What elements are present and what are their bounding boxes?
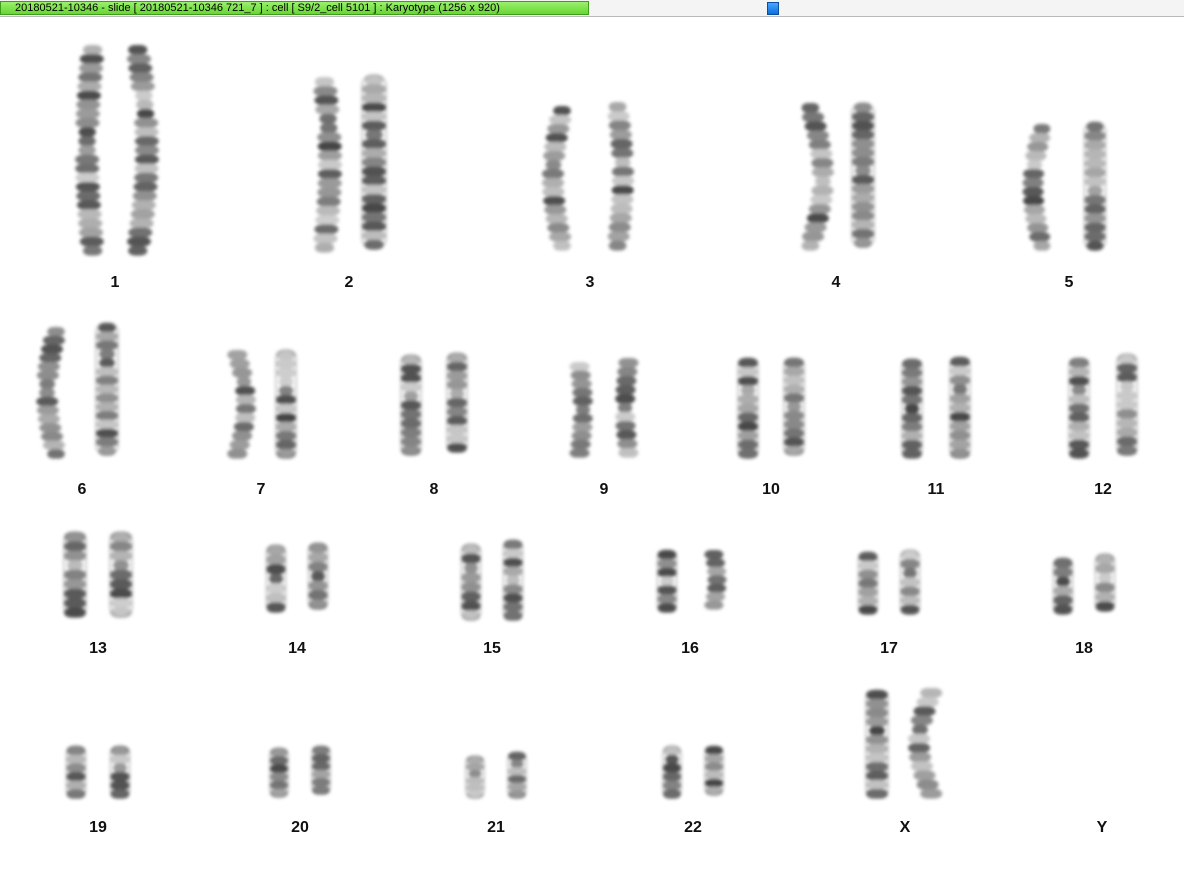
chromosome-pair-11[interactable]	[901, 356, 971, 459]
chromosome-label-7: 7	[257, 481, 266, 498]
chromosome-label-5: 5	[1065, 274, 1074, 291]
chromosome-14-right[interactable]	[307, 542, 329, 610]
chromosome-pair-3[interactable]	[542, 102, 634, 251]
chromosome-pair-21[interactable]	[465, 751, 527, 799]
chromosome-15-left[interactable]	[460, 543, 482, 621]
chromosome-16-right[interactable]	[704, 550, 727, 610]
chromosome-label-12: 12	[1094, 481, 1112, 498]
chromosome-10-right[interactable]	[783, 357, 805, 456]
chromosome-label-10: 10	[762, 481, 780, 498]
chromosome-2-left[interactable]	[313, 77, 343, 253]
chromosome-7-right[interactable]	[275, 349, 297, 459]
chromosome-pair-14[interactable]	[265, 542, 329, 613]
chromosome-6-right[interactable]	[95, 322, 119, 456]
chromosome-3-right[interactable]	[607, 102, 634, 251]
chromosome-label-15: 15	[483, 640, 501, 657]
chromosome-pair-4[interactable]	[801, 102, 875, 251]
chromosome-X-left[interactable]	[865, 689, 889, 799]
chromosome-label-4: 4	[832, 274, 841, 291]
chromosome-15-right[interactable]	[502, 539, 524, 621]
chromosome-6-left[interactable]	[36, 327, 65, 459]
chromosome-label-Y: Y	[1097, 819, 1108, 836]
chromosome-8-right[interactable]	[446, 352, 468, 453]
chromosome-X-right[interactable]	[908, 688, 943, 799]
chromosome-pair-19[interactable]	[65, 745, 131, 799]
chromosome-19-right[interactable]	[109, 745, 131, 799]
chromosome-9-left[interactable]	[569, 362, 593, 458]
chromosome-pair-X[interactable]	[865, 688, 943, 799]
chromosome-20-right[interactable]	[311, 745, 331, 795]
chromosome-label-20: 20	[291, 819, 309, 836]
chromosome-5-right[interactable]	[1083, 121, 1107, 251]
chromosome-18-right[interactable]	[1094, 553, 1116, 612]
chromosome-4-left[interactable]	[801, 103, 834, 251]
chromosome-8-left[interactable]	[400, 354, 422, 456]
chromosome-label-11: 11	[928, 481, 945, 498]
scroll-position-indicator[interactable]	[767, 2, 779, 15]
chromosome-pair-9[interactable]	[569, 358, 639, 458]
chromosome-19-left[interactable]	[65, 745, 87, 799]
chromosome-label-21: 21	[487, 819, 505, 836]
chromosome-3-left[interactable]	[542, 106, 572, 251]
window-titlebar: 20180521-10346 - slide [ 20180521-10346 …	[0, 0, 1184, 17]
chromosome-pair-10[interactable]	[737, 357, 805, 459]
chromosome-1-left[interactable]	[75, 45, 104, 256]
chromosome-5-left[interactable]	[1022, 124, 1051, 251]
chromosome-label-22: 22	[684, 819, 702, 836]
chromosome-pair-17[interactable]	[857, 549, 921, 615]
chromosome-label-14: 14	[288, 640, 306, 657]
chromosome-pair-12[interactable]	[1068, 353, 1138, 459]
chromosome-13-right[interactable]	[109, 531, 133, 618]
chromosome-pair-8[interactable]	[400, 352, 468, 456]
chromosome-11-right[interactable]	[949, 356, 971, 459]
chromosome-label-2: 2	[345, 274, 354, 291]
chromosome-label-16: 16	[681, 640, 699, 657]
chromosome-pair-18[interactable]	[1052, 553, 1116, 615]
chromosome-16-left[interactable]	[656, 549, 678, 613]
chromosome-12-right[interactable]	[1116, 353, 1138, 456]
chromosome-14-left[interactable]	[265, 544, 287, 613]
chromosome-pair-16[interactable]	[656, 549, 727, 613]
chromosome-21-right[interactable]	[507, 751, 527, 799]
chromosome-pair-1[interactable]	[75, 45, 159, 256]
chromosome-pair-13[interactable]	[63, 531, 133, 618]
chromosome-18-left[interactable]	[1052, 557, 1074, 615]
window-title: 20180521-10346 - slide [ 20180521-10346 …	[0, 1, 589, 15]
chromosome-12-left[interactable]	[1068, 357, 1090, 459]
chromosome-17-left[interactable]	[857, 551, 879, 615]
chromosome-label-6: 6	[78, 481, 87, 498]
chromosome-22-right[interactable]	[704, 745, 724, 796]
chromosome-label-13: 13	[89, 640, 107, 657]
chromosome-pair-7[interactable]	[227, 349, 297, 459]
chromosome-label-19: 19	[89, 819, 107, 836]
chromosome-7-left[interactable]	[227, 350, 256, 459]
chromosome-pair-5[interactable]	[1022, 121, 1107, 251]
chromosome-21-left[interactable]	[465, 755, 485, 799]
chromosome-10-left[interactable]	[737, 357, 759, 459]
chromosome-2-right[interactable]	[361, 74, 387, 250]
chromosome-pair-6[interactable]	[36, 322, 119, 459]
chromosome-label-18: 18	[1075, 640, 1093, 657]
chromosome-20-left[interactable]	[269, 747, 289, 798]
chromosome-pair-20[interactable]	[269, 745, 331, 798]
chromosome-17-right[interactable]	[899, 549, 921, 615]
chromosome-4-right[interactable]	[851, 102, 875, 248]
chromosome-label-1: 1	[111, 274, 120, 291]
chromosome-22-left[interactable]	[662, 745, 682, 799]
chromosome-9-right[interactable]	[615, 358, 639, 458]
chromosome-label-9: 9	[600, 481, 609, 498]
chromosome-pair-15[interactable]	[460, 539, 524, 621]
chromosome-pair-2[interactable]	[313, 74, 387, 253]
chromosome-11-left[interactable]	[901, 358, 923, 459]
chromosome-13-left[interactable]	[63, 531, 87, 618]
karyotype-panel: 1 2 3 4 56 7 8 9 10 11 1213 14 15 16 17 1819 20 21 22 X Y	[36, 45, 1138, 836]
chromosome-label-17: 17	[880, 640, 898, 657]
chromosome-1-right[interactable]	[127, 45, 159, 256]
chromosome-label-X: X	[900, 819, 911, 836]
chromosome-label-3: 3	[586, 274, 595, 291]
chromosome-pair-22[interactable]	[662, 745, 724, 799]
chromosome-label-8: 8	[430, 481, 439, 498]
